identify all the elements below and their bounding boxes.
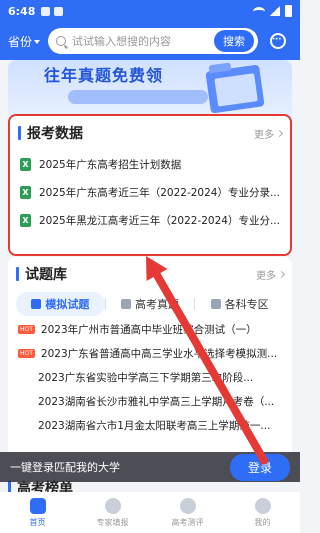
- hot-badge: HOT: [18, 324, 35, 334]
- tab-label: 各科专区: [224, 298, 269, 311]
- report-more-link[interactable]: 更多: [254, 126, 284, 141]
- message-icon[interactable]: [270, 33, 287, 49]
- banner-title: 往年真题免费领: [44, 66, 164, 85]
- report-item[interactable]: X 2025年黑龙江高考近三年（2022-2024）专业分...: [10, 206, 290, 234]
- home-icon: [29, 497, 46, 514]
- section-bar: [16, 267, 19, 281]
- robot-icon: [31, 299, 42, 309]
- tab-label: 我的: [254, 517, 271, 527]
- folder-icon: [205, 64, 265, 114]
- exam-item[interactable]: 2023湖南省长沙市雅礼中学高三上学期月考卷（...: [8, 389, 292, 413]
- search-input[interactable]: 试试输入想搜的内容: [72, 33, 214, 49]
- top-header: 省份 试试输入想搜的内容 搜索: [0, 22, 300, 60]
- exam-bank-title: 试题库: [25, 267, 67, 283]
- exam-item-label: 2023湖南省长沙市雅礼中学高三上学期月考卷（...: [38, 395, 275, 408]
- exam-item[interactable]: 2023湖南省六市1月金太阳联考高三上学期统一...: [8, 413, 292, 437]
- more-label: 更多: [254, 129, 274, 141]
- caret-down-icon: [34, 40, 41, 44]
- hot-badge: HOT: [18, 348, 35, 358]
- exam-item-label: 2023年广州市普通高中毕业班综合测试（一）: [40, 323, 257, 336]
- search-bar[interactable]: 试试输入想搜的内容 搜索: [48, 28, 259, 54]
- wifi-icon: [253, 6, 265, 16]
- tab-assessment[interactable]: 高考测评: [150, 492, 225, 533]
- search-button[interactable]: 搜索: [214, 30, 255, 52]
- signal-icon: [270, 6, 280, 16]
- profile-icon: [254, 497, 271, 514]
- bottom-tab-bar: 首页 专家填报 高考测评 我的: [0, 492, 300, 533]
- excel-icon: X: [20, 213, 31, 227]
- report-item-label: 2025年黑龙江高考近三年（2022-2024）专业分...: [39, 214, 280, 227]
- exam-tabs: 模拟试题 高考真题 各科专区: [16, 291, 284, 317]
- report-item-label: 2025年广东高考近三年（2022-2024）专业分录...: [39, 186, 280, 199]
- tab-past-exam[interactable]: 高考真题: [106, 292, 195, 316]
- tab-label: 模拟试题: [45, 298, 90, 311]
- login-prompt-bar: 一键登录匹配我的大学 登录: [0, 452, 300, 482]
- exam-item-label: 2023湖南省六市1月金太阳联考高三上学期统一...: [38, 419, 271, 432]
- exam-item-label: 2023广东省实验中学高三下学期第三次阶段...: [38, 371, 254, 384]
- province-selector[interactable]: 省份: [8, 33, 41, 50]
- expert-icon: [104, 497, 121, 514]
- tab-subject-zone[interactable]: 各科专区: [195, 292, 284, 316]
- status-time: 6:48: [8, 4, 36, 18]
- chevron-right-icon: [277, 270, 286, 278]
- battery-icon: [285, 5, 292, 17]
- exam-item[interactable]: HOT 2023广东省普通高中高三学业水平选择考模拟测...: [8, 341, 292, 365]
- login-button[interactable]: 登录: [229, 453, 290, 481]
- tab-label: 高考真题: [135, 298, 179, 311]
- excel-icon: X: [20, 185, 31, 199]
- login-prompt-text: 一键登录匹配我的大学: [10, 461, 120, 474]
- tab-home[interactable]: 首页: [0, 492, 75, 533]
- tab-mock-exam[interactable]: 模拟试题: [16, 292, 105, 316]
- exam-item[interactable]: 2023广东省实验中学高三下学期第三次阶段...: [8, 365, 292, 389]
- report-data-card: 报考数据 更多 X 2025年广东高考招生计划数据 X 2025年广东高考近三年…: [8, 114, 292, 256]
- report-item-label: 2025年广东高考招生计划数据: [39, 158, 182, 171]
- location-icon: [121, 299, 131, 309]
- tab-label: 高考测评: [171, 517, 204, 527]
- report-item[interactable]: X 2025年广东高考招生计划数据: [10, 150, 290, 178]
- tab-expert-fill[interactable]: 专家填报: [75, 492, 150, 533]
- chevron-right-icon: [275, 129, 284, 137]
- tab-mine[interactable]: 我的: [225, 492, 300, 533]
- exam-item-label: 2023广东省普通高中高三学业水平选择考模拟测...: [40, 347, 278, 360]
- search-icon: [56, 36, 67, 46]
- banner-ribbon: [68, 90, 208, 104]
- promo-banner[interactable]: 往年真题免费领: [8, 60, 292, 122]
- report-item[interactable]: X 2025年广东高考近三年（2022-2024）专业分录...: [10, 178, 290, 206]
- exam-bank-card: 试题库 更多 模拟试题 高考真题 各科专区 HOT 2023年广州市普通高中毕业…: [8, 257, 292, 457]
- book-icon: [210, 299, 221, 309]
- assessment-icon: [179, 497, 196, 514]
- section-bar: [18, 126, 21, 140]
- more-label: 更多: [256, 270, 276, 282]
- status-bar: 6:48: [0, 0, 300, 22]
- tab-label: 专家填报: [96, 517, 129, 527]
- exam-more-link[interactable]: 更多: [256, 267, 286, 282]
- exam-item[interactable]: HOT 2023年广州市普通高中毕业班综合测试（一）: [8, 317, 292, 341]
- excel-icon: X: [20, 157, 31, 171]
- report-data-title: 报考数据: [27, 126, 83, 142]
- notification-icon: [41, 6, 51, 16]
- province-label: 省份: [8, 34, 33, 49]
- app-notification-icon: [54, 6, 64, 16]
- tab-label: 首页: [29, 517, 46, 527]
